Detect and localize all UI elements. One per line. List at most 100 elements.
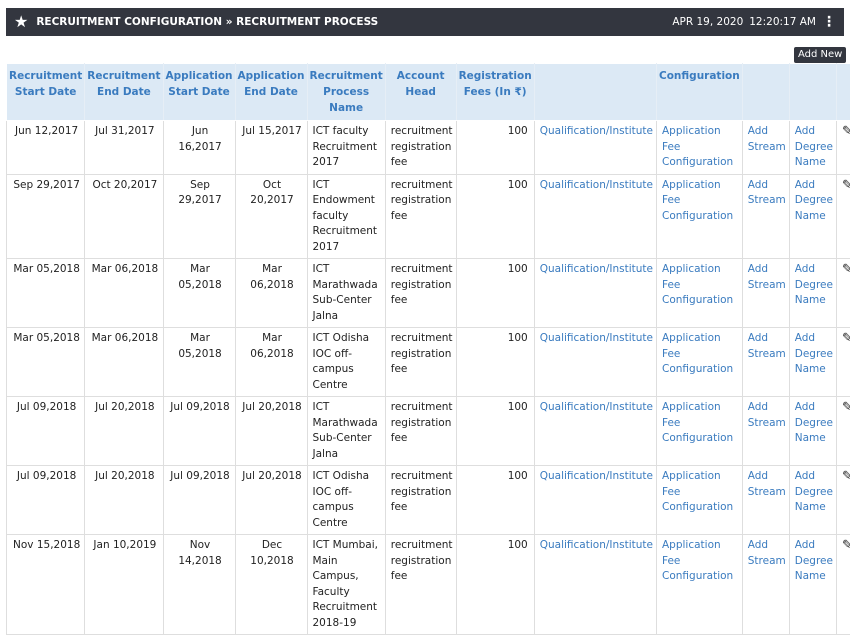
add-new-button[interactable]: Add New	[794, 47, 846, 63]
edit-cell: ✎	[836, 121, 850, 175]
account-head: recruitment registration fee	[385, 466, 456, 535]
pencil-edit-icon[interactable]: ✎	[842, 400, 850, 416]
edit-cell: ✎	[836, 535, 850, 635]
add-degree-name-link[interactable]: Add Degree Name	[789, 535, 836, 635]
edit-cell: ✎	[836, 259, 850, 328]
col-application-end-date[interactable]: Application End Date	[235, 64, 307, 121]
application-end-date: Dec 10,2018	[235, 535, 307, 635]
application-start-date: Sep 29,2017	[163, 174, 235, 259]
registration-fee: 100	[456, 397, 534, 466]
add-stream-link[interactable]: Add Stream	[742, 466, 789, 535]
application-fee-configuration-link[interactable]: Application Fee Configuration	[657, 174, 743, 259]
add-degree-name-link[interactable]: Add Degree Name	[789, 466, 836, 535]
application-fee-configuration-link[interactable]: Application Fee Configuration	[657, 397, 743, 466]
recruitment-start-date: Jul 09,2018	[7, 466, 85, 535]
application-fee-configuration-link[interactable]: Application Fee Configuration	[657, 535, 743, 635]
account-head: recruitment registration fee	[385, 328, 456, 397]
qualification-institute-link[interactable]: Qualification/Institute	[534, 535, 656, 635]
application-fee-configuration-link[interactable]: Application Fee Configuration	[657, 121, 743, 175]
recruitment-end-date: Mar 06,2018	[85, 259, 163, 328]
process-name: ICT Marathwada Sub-Center Jalna	[307, 397, 385, 466]
page-title: RECRUITMENT CONFIGURATION » RECRUITMENT …	[36, 16, 378, 28]
process-name: ICT Odisha IOC off-campus Centre	[307, 328, 385, 397]
pencil-edit-icon[interactable]: ✎	[842, 124, 850, 140]
process-name: ICT faculty Recruitment 2017	[307, 121, 385, 175]
add-degree-name-link[interactable]: Add Degree Name	[789, 328, 836, 397]
add-degree-name-link[interactable]: Add Degree Name	[789, 259, 836, 328]
qualification-institute-link[interactable]: Qualification/Institute	[534, 174, 656, 259]
application-fee-configuration-link[interactable]: Application Fee Configuration	[657, 328, 743, 397]
add-degree-name-link[interactable]: Add Degree Name	[789, 174, 836, 259]
col-edit	[836, 64, 850, 121]
application-fee-configuration-link[interactable]: Application Fee Configuration	[657, 466, 743, 535]
table-row: Jul 09,2018 Jul 20,2018 Jul 09,2018 Jul …	[7, 397, 850, 466]
qualification-institute-link[interactable]: Qualification/Institute	[534, 121, 656, 175]
datetime: APR 19, 202012:20:17 AM	[666, 16, 816, 28]
application-end-date: Oct 20,2017	[235, 174, 307, 259]
edit-cell: ✎	[836, 174, 850, 259]
table-row: Jul 09,2018 Jul 20,2018 Jul 09,2018 Jul …	[7, 466, 850, 535]
registration-fee: 100	[456, 174, 534, 259]
add-stream-link[interactable]: Add Stream	[742, 535, 789, 635]
table-row: Nov 15,2018 Jan 10,2019 Nov 14,2018 Dec …	[7, 535, 850, 635]
add-stream-link[interactable]: Add Stream	[742, 121, 789, 175]
page-header: ★ RECRUITMENT CONFIGURATION » RECRUITMEN…	[6, 8, 844, 36]
col-recruitment-end-date[interactable]: Recruitment End Date	[85, 64, 163, 121]
pencil-edit-icon[interactable]: ✎	[842, 178, 850, 194]
add-stream-link[interactable]: Add Stream	[742, 259, 789, 328]
table-row: Jun 12,2017 Jul 31,2017 Jun 16,2017 Jul …	[7, 121, 850, 175]
qualification-institute-link[interactable]: Qualification/Institute	[534, 466, 656, 535]
recruitment-start-date: Mar 05,2018	[7, 259, 85, 328]
pencil-edit-icon[interactable]: ✎	[842, 469, 850, 485]
qualification-institute-link[interactable]: Qualification/Institute	[534, 259, 656, 328]
col-qualification	[534, 64, 656, 121]
table-header-row: Recruitment Start Date Recruitment End D…	[7, 64, 850, 121]
pencil-edit-icon[interactable]: ✎	[842, 262, 850, 278]
application-fee-configuration-link[interactable]: Application Fee Configuration	[657, 259, 743, 328]
col-recruitment-process-name[interactable]: Recruitment Process Name	[307, 64, 385, 121]
recruitment-start-date: Nov 15,2018	[7, 535, 85, 635]
header-time: 12:20:17 AM	[749, 16, 816, 28]
edit-cell: ✎	[836, 328, 850, 397]
recruitment-start-date: Mar 05,2018	[7, 328, 85, 397]
registration-fee: 100	[456, 121, 534, 175]
account-head: recruitment registration fee	[385, 397, 456, 466]
pencil-edit-icon[interactable]: ✎	[842, 331, 850, 347]
process-name: ICT Odisha IOC off-campus Centre	[307, 466, 385, 535]
col-recruitment-start-date[interactable]: Recruitment Start Date	[7, 64, 85, 121]
recruitment-end-date: Mar 06,2018	[85, 328, 163, 397]
col-account-head[interactable]: Account Head	[385, 64, 456, 121]
registration-fee: 100	[456, 466, 534, 535]
registration-fee: 100	[456, 535, 534, 635]
application-end-date: Jul 20,2018	[235, 466, 307, 535]
qualification-institute-link[interactable]: Qualification/Institute	[534, 328, 656, 397]
col-application-start-date[interactable]: Application Start Date	[163, 64, 235, 121]
edit-cell: ✎	[836, 397, 850, 466]
qualification-institute-link[interactable]: Qualification/Institute	[534, 397, 656, 466]
application-start-date: Jun 16,2017	[163, 121, 235, 175]
process-name: ICT Endowment faculty Recruitment 2017	[307, 174, 385, 259]
pencil-edit-icon[interactable]: ✎	[842, 538, 850, 554]
col-registration-fees[interactable]: Registration Fees (In ₹)	[456, 64, 534, 121]
edit-cell: ✎	[836, 466, 850, 535]
add-stream-link[interactable]: Add Stream	[742, 174, 789, 259]
recruitment-end-date: Jan 10,2019	[85, 535, 163, 635]
account-head: recruitment registration fee	[385, 535, 456, 635]
kebab-menu-icon[interactable]: ⋮	[822, 15, 836, 29]
recruitment-start-date: Jul 09,2018	[7, 397, 85, 466]
recruitment-process-table: Recruitment Start Date Recruitment End D…	[6, 63, 850, 635]
add-degree-name-link[interactable]: Add Degree Name	[789, 397, 836, 466]
registration-fee: 100	[456, 259, 534, 328]
application-end-date: Jul 15,2017	[235, 121, 307, 175]
add-stream-link[interactable]: Add Stream	[742, 328, 789, 397]
col-degree	[789, 64, 836, 121]
application-end-date: Jul 20,2018	[235, 397, 307, 466]
table-row: Mar 05,2018 Mar 06,2018 Mar 05,2018 Mar …	[7, 259, 850, 328]
process-name: ICT Marathwada Sub-Center Jalna	[307, 259, 385, 328]
application-end-date: Mar 06,2018	[235, 259, 307, 328]
add-degree-name-link[interactable]: Add Degree Name	[789, 121, 836, 175]
application-start-date: Jul 09,2018	[163, 397, 235, 466]
table-row: Mar 05,2018 Mar 06,2018 Mar 05,2018 Mar …	[7, 328, 850, 397]
add-stream-link[interactable]: Add Stream	[742, 397, 789, 466]
table-row: Sep 29,2017 Oct 20,2017 Sep 29,2017 Oct …	[7, 174, 850, 259]
